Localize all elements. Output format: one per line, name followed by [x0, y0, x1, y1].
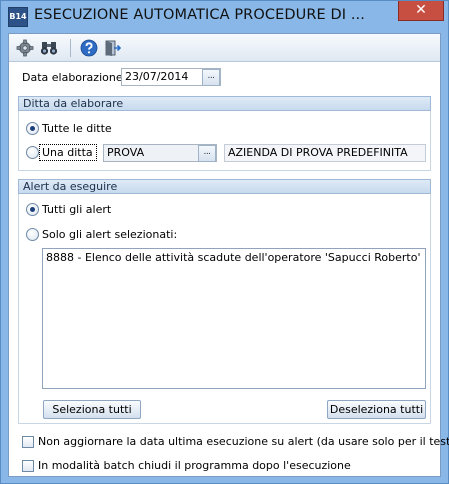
select-all-button[interactable]: Seleziona tutti — [43, 400, 141, 419]
batch-close-checkbox[interactable] — [22, 460, 34, 472]
ditta-group — [18, 111, 431, 171]
radio-selected-alerts[interactable] — [26, 228, 39, 241]
radio-all-alerts[interactable] — [26, 203, 39, 216]
close-button[interactable]: ✕ — [398, 1, 444, 21]
alert-listbox[interactable]: 8888 - Elenco delle attività scadute del… — [42, 248, 426, 389]
radio-all-alerts-label[interactable]: Tutti gli alert — [42, 203, 111, 216]
app-logo-icon: B14 — [8, 7, 28, 27]
toolbar — [9, 34, 440, 62]
alert-group-header: Alert da eseguire — [18, 179, 431, 194]
radio-one-company-label[interactable]: Una ditta — [42, 146, 93, 159]
batch-close-label[interactable]: In modalità batch chiudi il programma do… — [38, 459, 351, 472]
main-window: B14 ESECUZIONE AUTOMATICA PROCEDURE DI .… — [0, 0, 449, 484]
deselect-all-button[interactable]: Deseleziona tutti — [327, 400, 426, 419]
help-icon[interactable] — [79, 38, 99, 58]
radio-one-company[interactable] — [26, 146, 39, 159]
company-description-field: AZIENDA DI PROVA PREDEFINITA — [224, 144, 426, 162]
ditta-group-header: Ditta da elaborare — [18, 96, 431, 111]
radio-all-companies-label[interactable]: Tutte le ditte — [42, 122, 112, 135]
gear-icon[interactable] — [15, 38, 35, 58]
title-bar[interactable]: B14 ESECUZIONE AUTOMATICA PROCEDURE DI .… — [1, 1, 448, 31]
dialog-client-area: Data elaborazione 23/07/2014 ... Ditta d… — [8, 33, 449, 477]
no-update-label[interactable]: Non aggiornare la data ultima esecuzione… — [38, 435, 449, 448]
radio-selected-alerts-label[interactable]: Solo gli alert selezionati: — [42, 228, 177, 241]
window-title: ESECUZIONE AUTOMATICA PROCEDURE DI ... — [34, 7, 365, 23]
date-label: Data elaborazione — [22, 71, 123, 84]
no-update-checkbox[interactable] — [22, 436, 34, 448]
exit-door-icon[interactable] — [103, 38, 123, 58]
binoculars-icon[interactable] — [39, 38, 59, 58]
company-lookup-button[interactable]: ... — [198, 145, 216, 162]
date-picker-button[interactable]: ... — [202, 69, 220, 86]
list-item[interactable]: 8888 - Elenco delle attività scadute del… — [43, 249, 425, 266]
toolbar-separator — [70, 39, 71, 57]
radio-all-companies[interactable] — [26, 122, 39, 135]
